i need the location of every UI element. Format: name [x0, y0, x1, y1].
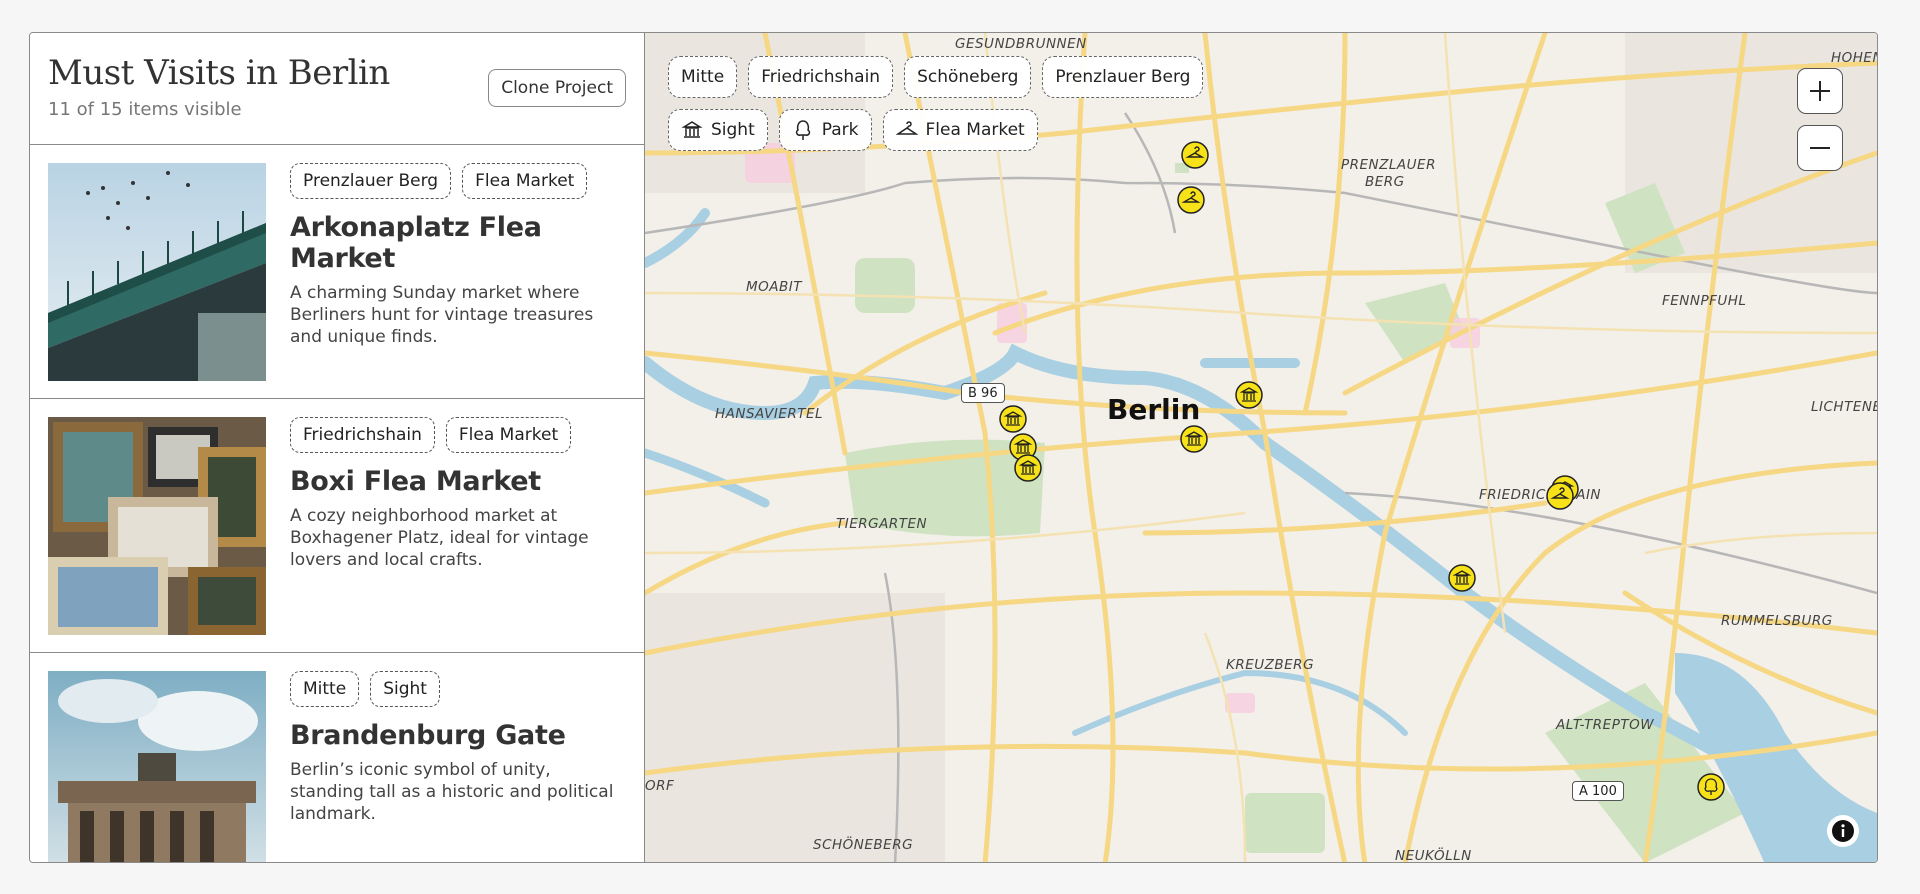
museum-marker-icon[interactable] [1179, 424, 1209, 454]
item-title[interactable]: Arkonaplatz Flea Market [290, 212, 628, 274]
place-label: FENNPFUHL [1662, 293, 1747, 309]
item-body: Mitte Sight Brandenburg Gate Berlin’s ic… [290, 671, 628, 825]
hanger-marker-icon[interactable] [1545, 481, 1575, 511]
item-description: A charming Sunday market where Berliners… [290, 283, 594, 347]
item-tags: Prenzlauer Berg Flea Market [290, 163, 628, 199]
filter-label: Park [821, 120, 859, 140]
map[interactable]: GESUNDBRUNNEN PRENZLAUER BERG MOABIT HAN… [645, 33, 1877, 862]
hanger-icon [895, 121, 918, 135]
place-label: HANSAVIERTEL [715, 406, 824, 422]
zoom-in-button[interactable] [1797, 68, 1843, 114]
item-body: Friedrichshain Flea Market Boxi Flea Mar… [290, 417, 628, 571]
item-title[interactable]: Boxi Flea Market [290, 466, 628, 497]
category-filter-row: Sight Park Flea Market [668, 109, 1203, 151]
filter-category-flea-market[interactable]: Flea Market [882, 109, 1038, 151]
map-filters: Mitte Friedrichshain Schöneberg Prenzlau… [668, 56, 1204, 162]
place-label: KREUZBERG [1226, 657, 1315, 673]
app-frame: Must Visits in Berlin 11 of 15 items vis… [29, 32, 1878, 863]
attribution-info-button[interactable] [1827, 815, 1859, 847]
place-label: RUMMELSBURG [1721, 613, 1833, 629]
sidebar-header: Must Visits in Berlin 11 of 15 items vis… [30, 33, 644, 145]
tag-category[interactable]: Flea Market [445, 417, 572, 453]
district-filter-row: Mitte Friedrichshain Schöneberg Prenzlau… [668, 56, 1204, 98]
list-item[interactable]: Prenzlauer Berg Flea Market Arkonaplatz … [30, 145, 644, 399]
filter-label: Flea Market [925, 120, 1025, 140]
place-label: PRENZLAUER [1341, 157, 1436, 173]
tag-category[interactable]: Sight [370, 671, 440, 707]
tag-district[interactable]: Prenzlauer Berg [290, 163, 452, 199]
tree-icon [795, 120, 810, 140]
place-label: TIERGARTEN [836, 516, 928, 532]
zoom-out-button[interactable] [1797, 125, 1843, 171]
place-label: SCHÖNEBERG [813, 837, 914, 853]
road-shield: A 100 [1572, 781, 1624, 801]
filter-district-schoeneberg[interactable]: Schöneberg [904, 56, 1032, 98]
item-tags: Friedrichshain Flea Market [290, 417, 628, 453]
item-image-bridge [48, 163, 266, 381]
plus-icon [1810, 81, 1830, 101]
item-description: A cozy neighborhood market at Boxhagener… [290, 506, 589, 570]
place-label: ORF [645, 778, 675, 794]
sidebar: Must Visits in Berlin 11 of 15 items vis… [30, 33, 645, 862]
filter-category-park[interactable]: Park [778, 109, 872, 151]
filter-label: Sight [711, 120, 755, 140]
hanger-marker-icon[interactable] [1176, 185, 1206, 215]
place-label: ALT-TREPTOW [1556, 717, 1655, 733]
place-label: HOHEN [1831, 50, 1877, 66]
clone-project-button[interactable]: Clone Project [488, 69, 626, 107]
filter-district-prenzlauer-berg[interactable]: Prenzlauer Berg [1042, 56, 1204, 98]
filter-category-sight[interactable]: Sight [668, 109, 768, 151]
tree-marker-icon[interactable] [1696, 772, 1726, 802]
minus-icon [1810, 147, 1830, 149]
place-label: LICHTENE [1811, 399, 1877, 415]
filter-district-friedrichshain[interactable]: Friedrichshain [748, 56, 894, 98]
city-label: Berlin [1107, 393, 1201, 426]
list-item[interactable]: Mitte Sight Brandenburg Gate Berlin’s ic… [30, 653, 644, 862]
info-icon [1832, 820, 1854, 842]
item-description: Berlin’s iconic symbol of unity, standin… [290, 760, 614, 824]
item-tags: Mitte Sight [290, 671, 628, 707]
place-label: FRIEDRICHSHAIN [1479, 487, 1602, 503]
item-image-gate [48, 671, 266, 862]
list-item[interactable]: Friedrichshain Flea Market Boxi Flea Mar… [30, 399, 644, 653]
item-image-frames [48, 417, 266, 635]
museum-marker-icon[interactable] [1234, 380, 1264, 410]
road-shield: B 96 [961, 383, 1005, 403]
museum-marker-icon[interactable] [998, 404, 1028, 434]
place-label: MOABIT [746, 279, 802, 295]
museum-marker-icon[interactable] [1447, 563, 1477, 593]
filter-district-mitte[interactable]: Mitte [668, 56, 738, 98]
place-label: BERG [1365, 174, 1405, 190]
item-title[interactable]: Brandenburg Gate [290, 720, 628, 751]
tag-category[interactable]: Flea Market [462, 163, 588, 199]
museum-marker-icon[interactable] [1013, 453, 1043, 483]
item-body: Prenzlauer Berg Flea Market Arkonaplatz … [290, 163, 628, 348]
tag-district[interactable]: Friedrichshain [290, 417, 435, 453]
tag-district[interactable]: Mitte [290, 671, 360, 707]
place-label: NEUKÖLLN [1395, 848, 1472, 862]
place-label: GESUNDBRUNNEN [955, 36, 1087, 52]
museum-icon [681, 121, 703, 138]
